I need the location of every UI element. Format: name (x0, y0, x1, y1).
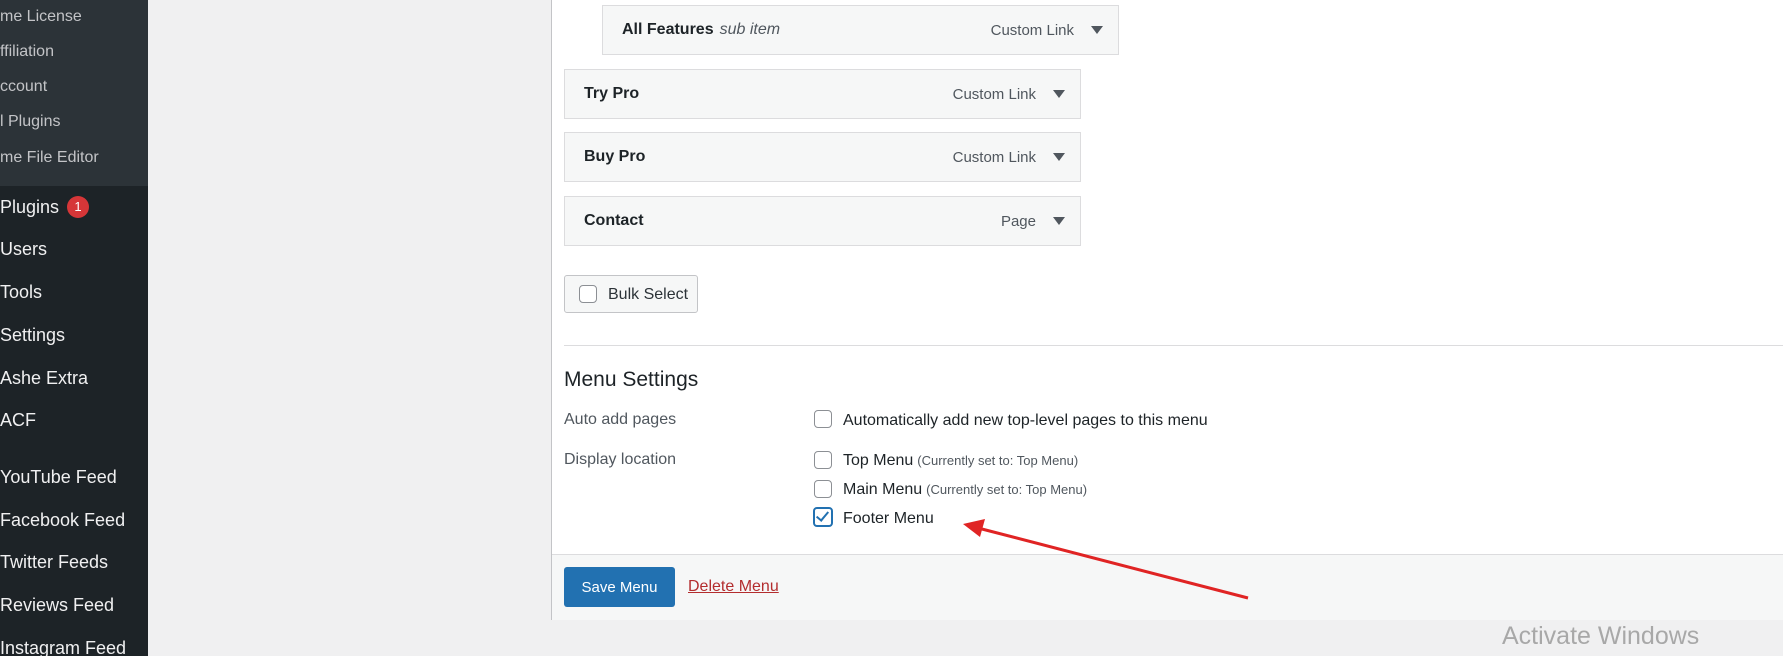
annotation-arrow-icon (963, 519, 1249, 600)
activate-windows-watermark: Activate Windows (1502, 622, 1700, 650)
